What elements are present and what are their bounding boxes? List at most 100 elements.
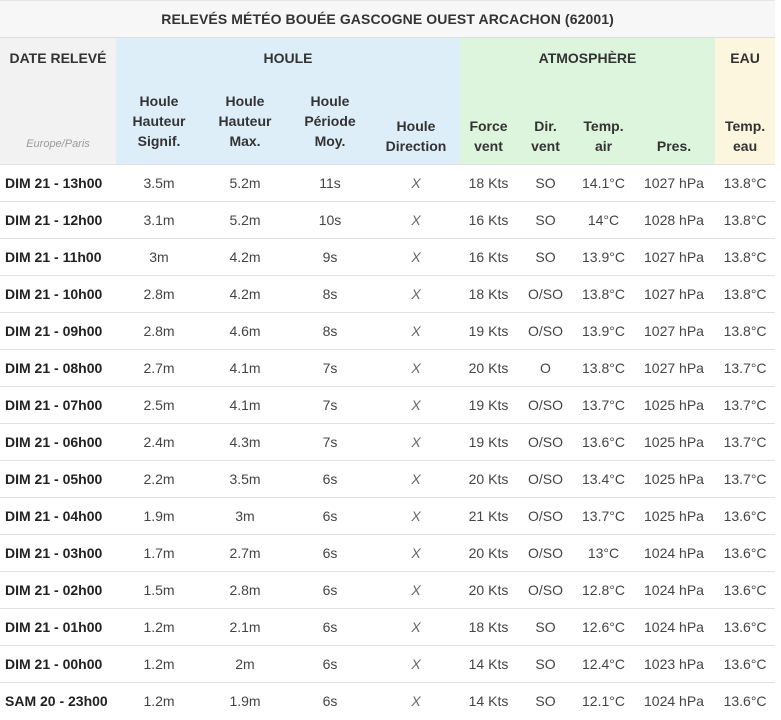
cell-hs: 1.2m — [116, 608, 202, 646]
cell-hmax: 2.7m — [202, 534, 288, 572]
cell-period: 6s — [288, 534, 372, 572]
cell-temp-water: 13.7°C — [715, 423, 776, 461]
cell-direction: X — [372, 534, 460, 572]
cell-temp-air: 13.4°C — [574, 460, 633, 498]
cell-pressure: 1025 hPa — [633, 460, 715, 498]
cell-hs: 1.9m — [116, 497, 202, 535]
cell-temp-air: 12.6°C — [574, 608, 633, 646]
cell-pressure: 1024 hPa — [633, 534, 715, 572]
cell-hs: 1.2m — [116, 682, 202, 720]
cell-wind: 21 Kts — [460, 497, 517, 535]
cell-hmax: 4.1m — [202, 349, 288, 387]
cell-wind-dir: O/SO — [517, 497, 574, 535]
cell-hs: 2.7m — [116, 349, 202, 387]
readings-body: DIM 21 - 13h00 3.5m 5.2m 11s X 18 Kts SO… — [0, 164, 776, 720]
cell-period: 7s — [288, 386, 372, 424]
cell-wind-dir: O/SO — [517, 460, 574, 498]
cell-hs: 2.4m — [116, 423, 202, 461]
col-wind-dir-line2: vent — [531, 138, 560, 154]
cell-hmax: 5.2m — [202, 164, 288, 202]
table-row: DIM 21 - 12h00 3.1m 5.2m 10s X 16 Kts SO… — [0, 201, 776, 239]
col-temp-water-header: Temp. eau — [715, 77, 776, 165]
timezone-label: Europe/Paris — [0, 77, 116, 165]
table-row: DIM 21 - 00h00 1.2m 2m 6s X 14 Kts SO 12… — [0, 645, 776, 683]
cell-wind: 18 Kts — [460, 164, 517, 202]
cell-direction: X — [372, 312, 460, 350]
cell-hs: 1.7m — [116, 534, 202, 572]
col-hs-line2: Hauteur — [132, 112, 186, 129]
cell-wind-dir: O/SO — [517, 534, 574, 572]
cell-temp-water: 13.6°C — [715, 645, 776, 683]
cell-temp-water: 13.8°C — [715, 164, 776, 202]
cell-period: 8s — [288, 275, 372, 313]
group-houle-header: HOULE — [116, 37, 460, 77]
col-period-line2: Période — [304, 112, 356, 129]
cell-wind: 14 Kts — [460, 645, 517, 683]
cell-temp-air: 12.8°C — [574, 571, 633, 609]
cell-temp-water: 13.8°C — [715, 201, 776, 239]
cell-wind-dir: SO — [517, 608, 574, 646]
cell-temp-air: 14.1°C — [574, 164, 633, 202]
col-hmax-header: Houle Hauteur Max. — [202, 77, 288, 165]
cell-date: DIM 21 - 13h00 — [0, 164, 116, 202]
cell-wind: 16 Kts — [460, 238, 517, 276]
table-row: DIM 21 - 09h00 2.8m 4.6m 8s X 19 Kts O/S… — [0, 312, 776, 350]
cell-temp-water: 13.7°C — [715, 460, 776, 498]
cell-direction: X — [372, 238, 460, 276]
cell-wind: 20 Kts — [460, 349, 517, 387]
col-direction-line1: Houle — [396, 118, 436, 134]
col-period-line3: Moy. — [314, 132, 346, 149]
cell-date: DIM 21 - 09h00 — [0, 312, 116, 350]
cell-hs: 2.8m — [116, 312, 202, 350]
cell-temp-air: 13°C — [574, 534, 633, 572]
cell-wind-dir: O/SO — [517, 275, 574, 313]
cell-pressure: 1025 hPa — [633, 497, 715, 535]
cell-wind-dir: O/SO — [517, 571, 574, 609]
cell-date: DIM 21 - 08h00 — [0, 349, 116, 387]
cell-date: DIM 21 - 12h00 — [0, 201, 116, 239]
col-wind-dir-header: Dir. vent — [517, 77, 574, 165]
col-direction-header: Houle Direction — [372, 77, 460, 165]
col-hmax-line2: Hauteur — [218, 112, 272, 129]
cell-pressure: 1024 hPa — [633, 571, 715, 609]
cell-temp-air: 13.7°C — [574, 386, 633, 424]
cell-direction: X — [372, 571, 460, 609]
cell-wind: 19 Kts — [460, 312, 517, 350]
cell-period: 7s — [288, 423, 372, 461]
cell-date: DIM 21 - 03h00 — [0, 534, 116, 572]
cell-pressure: 1024 hPa — [633, 608, 715, 646]
cell-direction: X — [372, 645, 460, 683]
cell-temp-water: 13.8°C — [715, 275, 776, 313]
cell-pressure: 1027 hPa — [633, 275, 715, 313]
cell-hs: 3m — [116, 238, 202, 276]
cell-period: 6s — [288, 497, 372, 535]
cell-hs: 2.8m — [116, 275, 202, 313]
col-hs-header: Houle Hauteur Signif. — [116, 77, 202, 165]
group-date-header: DATE RELEVÉ — [0, 37, 116, 77]
cell-period: 8s — [288, 312, 372, 350]
cell-pressure: 1027 hPa — [633, 164, 715, 202]
cell-date: DIM 21 - 05h00 — [0, 460, 116, 498]
cell-pressure: 1027 hPa — [633, 349, 715, 387]
cell-hmax: 2.8m — [202, 571, 288, 609]
cell-temp-water: 13.6°C — [715, 608, 776, 646]
cell-temp-air: 12.4°C — [574, 645, 633, 683]
cell-wind-dir: SO — [517, 645, 574, 683]
col-direction-line2: Direction — [385, 138, 447, 154]
cell-direction: X — [372, 497, 460, 535]
cell-hmax: 1.9m — [202, 682, 288, 720]
cell-period: 6s — [288, 571, 372, 609]
cell-wind: 19 Kts — [460, 423, 517, 461]
col-wind-line1: Force — [469, 118, 508, 134]
cell-wind: 19 Kts — [460, 386, 517, 424]
col-temp-air-header: Temp. air — [574, 77, 633, 165]
cell-wind: 14 Kts — [460, 682, 517, 720]
cell-date: DIM 21 - 06h00 — [0, 423, 116, 461]
cell-hmax: 3m — [202, 497, 288, 535]
cell-hmax: 2m — [202, 645, 288, 683]
cell-hmax: 4.1m — [202, 386, 288, 424]
cell-temp-water: 13.6°C — [715, 682, 776, 720]
cell-wind-dir: O/SO — [517, 386, 574, 424]
col-wind-line2: vent — [474, 138, 503, 154]
cell-hs: 2.5m — [116, 386, 202, 424]
